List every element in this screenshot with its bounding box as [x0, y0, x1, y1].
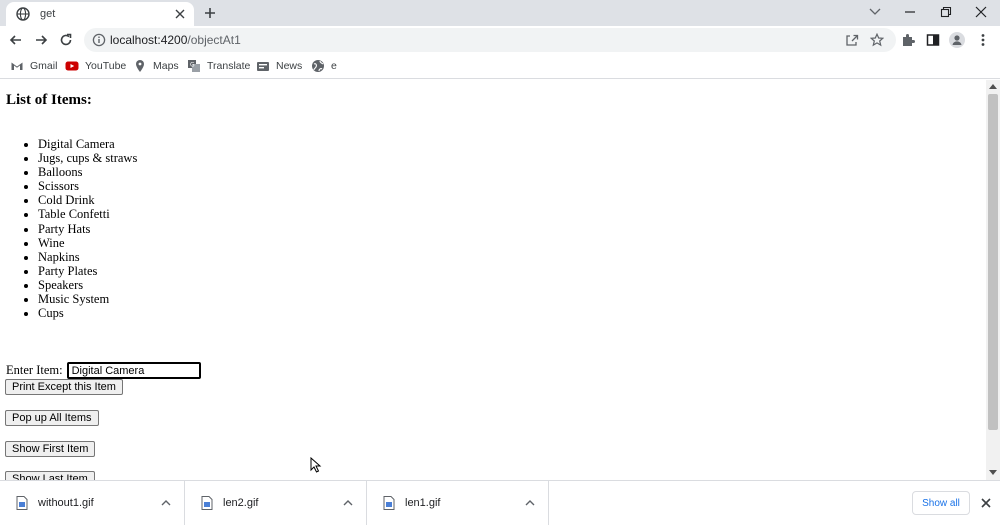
list-item: Music System — [38, 292, 137, 306]
scroll-down-arrow-icon[interactable] — [989, 470, 997, 476]
share-icon[interactable] — [845, 33, 859, 47]
url-host: localhost:4200 — [110, 33, 188, 47]
list-item: Party Hats — [38, 222, 137, 236]
youtube-icon — [65, 59, 79, 73]
side-panel-icon[interactable] — [925, 32, 941, 48]
url-path: /objectAt1 — [187, 33, 241, 47]
scroll-up-arrow-icon[interactable] — [989, 83, 997, 89]
print-except-button[interactable]: Print Except this Item — [5, 379, 123, 395]
close-window-icon[interactable] — [972, 4, 990, 20]
list-item: Party Plates — [38, 264, 137, 278]
address-bar[interactable]: localhost:4200/objectAt1 — [84, 28, 896, 52]
forward-arrow-icon[interactable] — [33, 32, 49, 48]
browser-toolbar: localhost:4200/objectAt1 — [0, 26, 1000, 54]
back-arrow-icon[interactable] — [8, 32, 24, 48]
pop-up-all-button[interactable]: Pop up All Items — [5, 410, 99, 426]
chevron-up-icon[interactable] — [342, 497, 354, 509]
download-filename: without1.gif — [38, 497, 94, 509]
enter-item-row: Enter Item: — [6, 362, 201, 379]
globe-icon — [311, 59, 325, 73]
image-file-icon — [383, 496, 395, 510]
tab-strip: get — [0, 0, 1000, 26]
gmail-icon — [10, 59, 24, 73]
item-input[interactable] — [66, 362, 201, 379]
list-item: Cold Drink — [38, 193, 137, 207]
bookmark-gmail[interactable]: Gmail — [10, 58, 57, 74]
chevron-down-icon[interactable] — [866, 4, 884, 20]
bookmark-label: YouTube — [85, 60, 127, 72]
browser-tab[interactable]: get — [6, 2, 194, 26]
bookmark-star-icon[interactable] — [870, 33, 884, 47]
image-file-icon — [201, 496, 213, 510]
bookmark-news[interactable]: News — [256, 58, 302, 74]
download-shelf: without1.gif len2.gif len1.gif Show all — [0, 480, 1000, 525]
extensions-puzzle-icon[interactable] — [900, 32, 916, 48]
page-heading: List of Items: — [6, 92, 92, 108]
bookmark-label: Translate — [207, 60, 251, 72]
scrollbar-thumb[interactable] — [988, 94, 998, 430]
site-info-icon[interactable] — [92, 33, 106, 47]
download-item[interactable]: len1.gif — [367, 481, 549, 525]
list-item: Cups — [38, 306, 137, 320]
page-content: List of Items: Digital Camera Jugs, cups… — [0, 80, 986, 480]
close-tab-icon[interactable] — [172, 6, 188, 22]
profile-avatar-icon[interactable] — [949, 32, 965, 48]
restore-icon[interactable] — [937, 4, 955, 20]
list-item: Table Confetti — [38, 207, 137, 221]
bookmark-label: News — [276, 60, 303, 72]
list-item: Wine — [38, 236, 137, 250]
kebab-menu-icon[interactable] — [975, 32, 991, 48]
reload-icon[interactable] — [58, 32, 74, 48]
maps-icon — [133, 59, 147, 73]
items-list: Digital Camera Jugs, cups & straws Ballo… — [0, 137, 137, 320]
close-shelf-icon[interactable] — [979, 496, 993, 510]
list-item: Speakers — [38, 278, 137, 292]
bookmark-maps[interactable]: Maps — [133, 58, 179, 74]
news-icon — [256, 59, 270, 73]
bookmark-youtube[interactable]: YouTube — [65, 58, 126, 74]
bookmark-e[interactable]: e — [311, 58, 337, 74]
show-all-button[interactable]: Show all — [912, 491, 970, 515]
bookmarks-bar: Gmail YouTube Maps G Translate News e — [0, 54, 1000, 79]
download-filename: len1.gif — [405, 497, 441, 509]
download-filename: len2.gif — [223, 497, 259, 509]
list-item: Digital Camera — [38, 137, 137, 151]
url-text: localhost:4200/objectAt1 — [110, 33, 241, 47]
translate-icon: G — [187, 59, 201, 73]
download-item[interactable]: len2.gif — [185, 481, 367, 525]
list-item: Jugs, cups & straws — [38, 151, 137, 165]
chevron-up-icon[interactable] — [524, 497, 536, 509]
minimize-icon[interactable] — [901, 4, 919, 20]
globe-icon — [16, 7, 30, 21]
list-item: Napkins — [38, 250, 137, 264]
bookmark-label: e — [331, 60, 337, 72]
bookmark-label: Gmail — [30, 60, 58, 72]
download-item[interactable]: without1.gif — [0, 481, 185, 525]
vertical-scrollbar[interactable] — [986, 80, 1000, 480]
list-item: Balloons — [38, 165, 137, 179]
show-last-button[interactable]: Show Last Item — [5, 471, 95, 480]
new-tab-icon[interactable] — [202, 5, 218, 21]
image-file-icon — [16, 496, 28, 510]
enter-item-label: Enter Item: — [6, 363, 63, 377]
bookmark-translate[interactable]: G Translate — [187, 58, 250, 74]
tab-title: get — [40, 8, 56, 20]
mouse-cursor-icon — [310, 457, 322, 473]
show-first-button[interactable]: Show First Item — [5, 441, 96, 457]
chevron-up-icon[interactable] — [160, 497, 172, 509]
svg-text:G: G — [190, 62, 195, 69]
bookmark-label: Maps — [153, 60, 179, 72]
list-item: Scissors — [38, 179, 137, 193]
